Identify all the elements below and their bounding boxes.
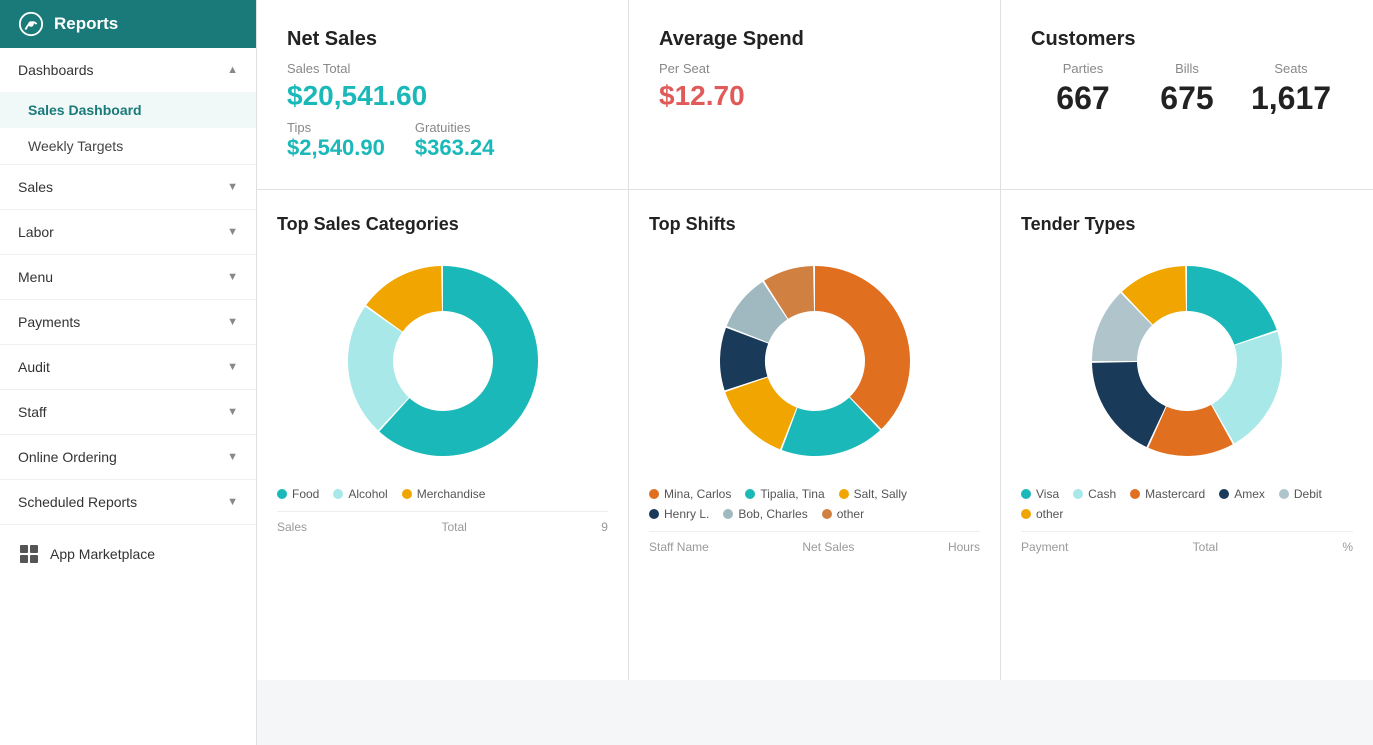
- legend-alcohol: Alcohol: [348, 487, 387, 501]
- top-sales-donut: [277, 251, 608, 471]
- sidebar-sections: Dashboards ▲ Sales DashboardWeekly Targets…: [0, 48, 256, 525]
- top-shifts-card: Top Shifts Mina, Carlos Tipalia, Tina Sa…: [629, 190, 1001, 680]
- bills-value: 675: [1135, 80, 1239, 117]
- footer-pct: %: [1342, 540, 1353, 554]
- app-marketplace-label: App Marketplace: [50, 546, 155, 562]
- per-seat-label: Per Seat: [659, 61, 970, 76]
- top-shifts-legend: Mina, Carlos Tipalia, Tina Salt, Sally H…: [649, 487, 980, 521]
- tips-value: $2,540.90: [287, 135, 385, 161]
- tender-types-title: Tender Types: [1021, 214, 1353, 235]
- sidebar-section-menu: Menu ▼: [0, 255, 256, 300]
- chevron-scheduled-reports: ▼: [227, 496, 238, 508]
- chevron-sales: ▼: [227, 181, 238, 193]
- charts-row: Top Sales Categories Food Alcohol Mercha…: [257, 190, 1373, 680]
- sidebar-section-label-dashboards: Dashboards: [18, 62, 94, 78]
- sidebar-section-staff: Staff ▼: [0, 390, 256, 435]
- footer-net-sales: Net Sales: [802, 540, 854, 554]
- sales-total-value: $20,541.60: [287, 80, 598, 112]
- main-content: Net Sales Sales Total $20,541.60 Tips $2…: [257, 0, 1373, 745]
- app-marketplace-item[interactable]: App Marketplace: [0, 525, 256, 583]
- sidebar-section-label-sales: Sales: [18, 179, 53, 195]
- net-sales-card: Net Sales Sales Total $20,541.60 Tips $2…: [257, 0, 629, 189]
- tender-types-legend: Visa Cash Mastercard Amex Debit other: [1021, 487, 1353, 521]
- sidebar-section-label-staff: Staff: [18, 404, 47, 420]
- legend-food: Food: [292, 487, 319, 501]
- top-sales-categories-title: Top Sales Categories: [277, 214, 608, 235]
- sidebar-section-payments: Payments ▼: [0, 300, 256, 345]
- sidebar-section-label-labor: Labor: [18, 224, 54, 240]
- sidebar-section-label-payments: Payments: [18, 314, 80, 330]
- net-sales-title: Net Sales: [287, 28, 598, 51]
- sidebar-title: Reports: [54, 14, 118, 34]
- top-shifts-footer: Staff Name Net Sales Hours: [649, 531, 980, 554]
- sidebar-section-header-online-ordering[interactable]: Online Ordering ▼: [0, 435, 256, 479]
- footer-sales: Sales: [277, 520, 307, 534]
- tender-types-footer: Payment Total %: [1021, 531, 1353, 554]
- chevron-payments: ▼: [227, 316, 238, 328]
- sidebar-section-scheduled-reports: Scheduled Reports ▼: [0, 480, 256, 525]
- per-seat-value: $12.70: [659, 80, 970, 112]
- top-sales-categories-card: Top Sales Categories Food Alcohol Mercha…: [257, 190, 629, 680]
- footer-hours: Hours: [948, 540, 980, 554]
- gratuities-value: $363.24: [415, 135, 495, 161]
- chevron-dashboards: ▲: [227, 64, 238, 76]
- sidebar-section-label-menu: Menu: [18, 269, 53, 285]
- average-spend-title: Average Spend: [659, 28, 970, 51]
- sidebar-section-audit: Audit ▼: [0, 345, 256, 390]
- sidebar: Reports Dashboards ▲ Sales DashboardWeekly…: [0, 0, 257, 745]
- sidebar-section-header-audit[interactable]: Audit ▼: [0, 345, 256, 389]
- tips-label: Tips: [287, 120, 385, 135]
- chevron-menu: ▼: [227, 271, 238, 283]
- footer-count: 9: [601, 520, 608, 534]
- chevron-online-ordering: ▼: [227, 451, 238, 463]
- sidebar-section-header-payments[interactable]: Payments ▼: [0, 300, 256, 344]
- top-shifts-title: Top Shifts: [649, 214, 980, 235]
- chevron-labor: ▼: [227, 226, 238, 238]
- sidebar-section-label-audit: Audit: [18, 359, 50, 375]
- bills-label: Bills: [1135, 61, 1239, 76]
- sidebar-section-header-scheduled-reports[interactable]: Scheduled Reports ▼: [0, 480, 256, 524]
- gratuities-label: Gratuities: [415, 120, 495, 135]
- parties-value: 667: [1031, 80, 1135, 117]
- tender-types-donut: [1021, 251, 1353, 471]
- top-sales-legend: Food Alcohol Merchandise: [277, 487, 608, 501]
- footer-total2: Total: [1193, 540, 1218, 554]
- customers-title: Customers: [1031, 28, 1343, 51]
- top-shifts-donut: [649, 251, 980, 471]
- sidebar-section-header-staff[interactable]: Staff ▼: [0, 390, 256, 434]
- sidebar-section-labor: Labor ▼: [0, 210, 256, 255]
- reports-icon: [18, 11, 44, 37]
- sidebar-section-sales: Sales ▼: [0, 165, 256, 210]
- sales-total-label: Sales Total: [287, 61, 598, 76]
- footer-staff: Staff Name: [649, 540, 709, 554]
- tender-types-card: Tender Types Visa Cash Mastercard Amex D…: [1001, 190, 1373, 680]
- sidebar-section-label-scheduled-reports: Scheduled Reports: [18, 494, 137, 510]
- chevron-audit: ▼: [227, 361, 238, 373]
- parties-label: Parties: [1031, 61, 1135, 76]
- chevron-staff: ▼: [227, 406, 238, 418]
- footer-payment: Payment: [1021, 540, 1068, 554]
- footer-total: Total: [441, 520, 466, 534]
- sidebar-item-weekly-targets[interactable]: Weekly Targets: [0, 128, 256, 164]
- average-spend-card: Average Spend Per Seat $12.70: [629, 0, 1001, 189]
- marketplace-icon: [18, 543, 40, 565]
- seats-label: Seats: [1239, 61, 1343, 76]
- sidebar-section-header-dashboards[interactable]: Dashboards ▲: [0, 48, 256, 92]
- sidebar-section-header-menu[interactable]: Menu ▼: [0, 255, 256, 299]
- customers-card: Customers Parties 667 Bills 675 Seats 1,…: [1001, 0, 1373, 189]
- sidebar-section-header-labor[interactable]: Labor ▼: [0, 210, 256, 254]
- sidebar-section-label-online-ordering: Online Ordering: [18, 449, 117, 465]
- sidebar-item-sales-dashboard[interactable]: Sales Dashboard: [0, 92, 256, 128]
- legend-merchandise: Merchandise: [417, 487, 486, 501]
- sidebar-section-dashboards: Dashboards ▲ Sales DashboardWeekly Targets: [0, 48, 256, 165]
- sidebar-header: Reports: [0, 0, 256, 48]
- seats-value: 1,617: [1239, 80, 1343, 117]
- sidebar-section-online-ordering: Online Ordering ▼: [0, 435, 256, 480]
- top-sales-footer: Sales Total 9: [277, 511, 608, 534]
- metrics-row: Net Sales Sales Total $20,541.60 Tips $2…: [257, 0, 1373, 190]
- sidebar-section-header-sales[interactable]: Sales ▼: [0, 165, 256, 209]
